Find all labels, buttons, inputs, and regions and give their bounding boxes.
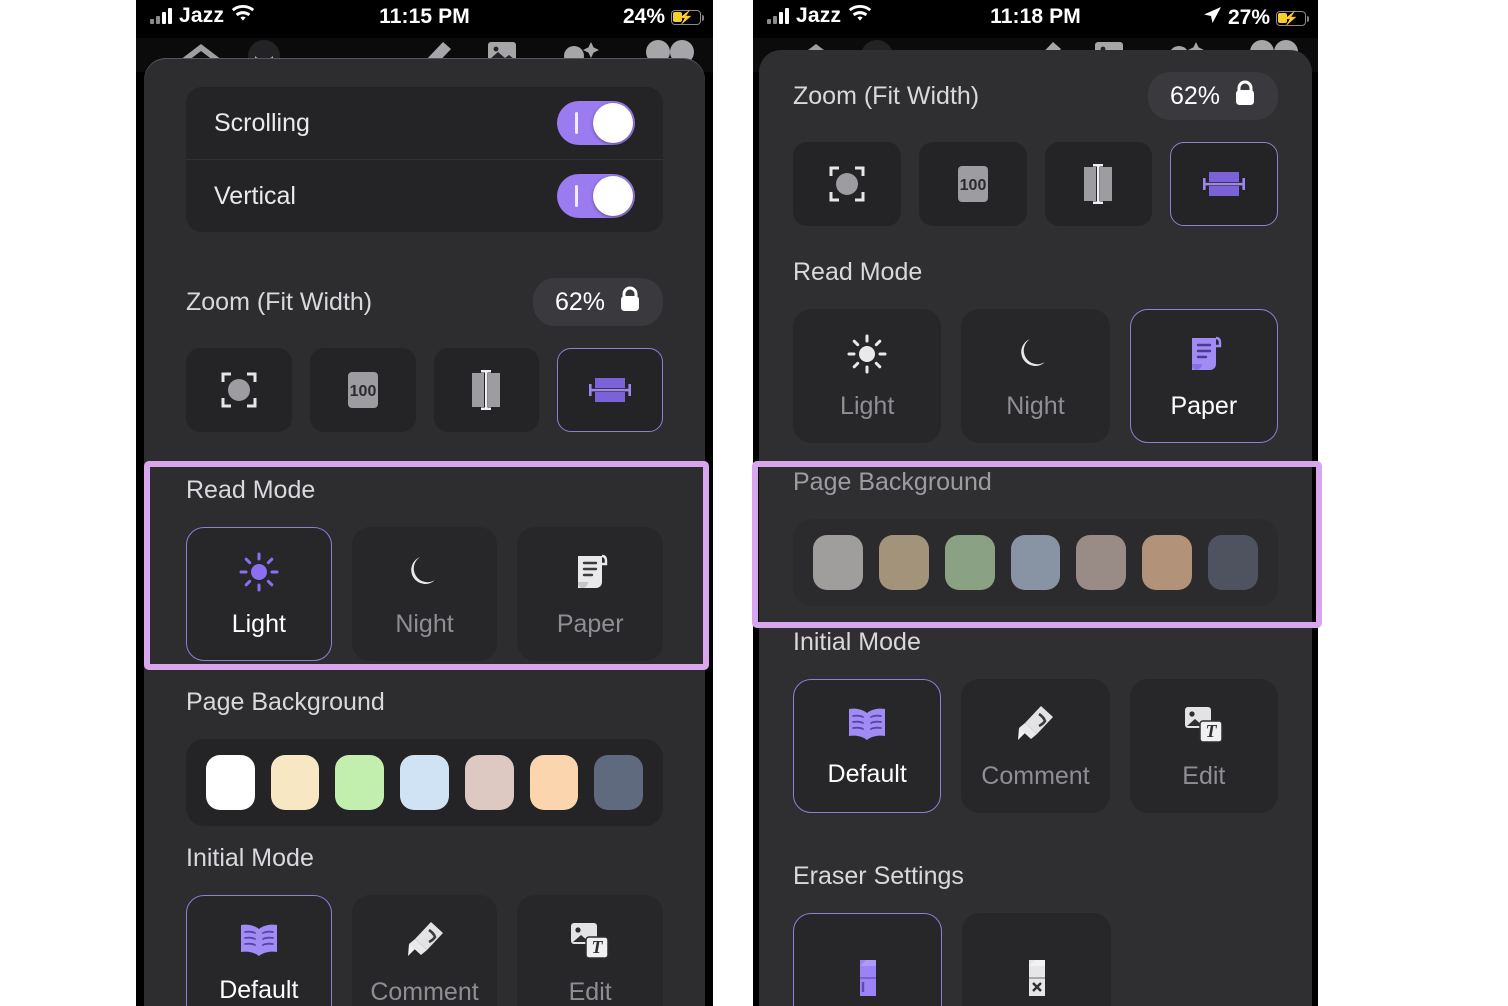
page-background-section-left: Page Background (186, 688, 663, 826)
initial-mode-comment-label: Comment (370, 977, 479, 1006)
initial-mode-comment-option[interactable]: Comment (351, 895, 498, 1006)
zoom-tile-actual-size[interactable]: 100 (309, 348, 416, 432)
eraser-pixel-option[interactable]: Pixel (793, 913, 942, 1006)
vertical-toggle-row[interactable]: Vertical (186, 159, 663, 232)
eraser-settings-section: Eraser Settings Pixel Object (793, 862, 1278, 1006)
zoom-value-pill[interactable]: 62% (1147, 72, 1278, 120)
zoom-percent-label: 62% (554, 287, 605, 316)
screenshot-stage: Jazz 11:15 PM 24% ⚡ Scrolling Vertical Z… (0, 0, 1508, 1006)
initial-mode-section-left: Initial Mode Default Comment T Edit (186, 844, 664, 1006)
svg-text:100: 100 (959, 177, 986, 194)
zoom-title: Zoom (Fit Width) (186, 287, 373, 316)
bg-swatch[interactable] (335, 755, 385, 810)
initial-mode-default-option[interactable]: Default (793, 679, 942, 813)
initial-mode-comment-option[interactable]: Comment (961, 679, 1110, 813)
highlight-box-page-background (752, 461, 1322, 628)
initial-mode-edit-option[interactable]: T Edit (1129, 679, 1278, 813)
zoom-tile-fit-page[interactable] (186, 348, 292, 432)
status-right-group: 27% ⚡ (1202, 5, 1309, 31)
status-bar-left: Jazz 11:15 PM 24% ⚡ (136, 0, 713, 38)
read-mode-paper-label: Paper (1170, 391, 1238, 420)
initial-mode-options: Default Comment T Edit (186, 895, 664, 1006)
initial-mode-default-label: Default (219, 975, 299, 1004)
eraser-object-option[interactable]: Object (962, 913, 1111, 1006)
scrolling-label: Scrolling (214, 108, 310, 137)
svg-text:100: 100 (349, 383, 376, 400)
lock-icon[interactable] (619, 286, 641, 318)
zoom-section-left: Zoom (Fit Width) 62% 100 (186, 278, 663, 432)
lock-icon[interactable] (1234, 80, 1256, 112)
read-mode-options: Light Night Paper (793, 309, 1278, 443)
bg-swatch[interactable] (594, 755, 644, 810)
bg-swatch[interactable] (464, 755, 514, 810)
bg-swatch[interactable] (206, 755, 255, 810)
zoom-value-pill[interactable]: 62% (532, 278, 663, 326)
read-mode-section-right: Read Mode Light Night Paper (793, 258, 1278, 443)
initial-mode-default-label: Default (827, 759, 907, 788)
zoom-title: Zoom (Fit Width) (793, 81, 980, 110)
zoom-tile-fit-width[interactable] (557, 348, 663, 432)
zoom-section-right: Zoom (Fit Width) 62% 100 (793, 72, 1278, 226)
zoom-header: Zoom (Fit Width) 62% (186, 278, 663, 326)
read-mode-light-label: Light (840, 391, 895, 420)
initial-mode-title: Initial Mode (793, 628, 921, 656)
initial-mode-comment-label: Comment (981, 761, 1090, 790)
battery-percent-label: 27% (1227, 6, 1270, 29)
vertical-label: Vertical (214, 181, 296, 210)
initial-mode-edit-label: Edit (568, 977, 612, 1006)
scrolling-toggle[interactable] (557, 101, 635, 145)
svg-text:T: T (1205, 721, 1217, 741)
initial-mode-title: Initial Mode (186, 844, 314, 872)
location-arrow-icon (1202, 5, 1222, 31)
bg-swatch[interactable] (400, 755, 449, 810)
zoom-tile-fit-height[interactable] (433, 348, 540, 432)
battery-charging-icon: ⚡ (1276, 10, 1309, 26)
read-mode-night-option[interactable]: Night (961, 309, 1110, 443)
zoom-tile-fit-width[interactable] (1170, 142, 1278, 226)
zoom-mode-tiles: 100 (186, 348, 663, 432)
svg-text:T: T (592, 937, 604, 957)
eraser-settings-title: Eraser Settings (793, 862, 964, 890)
status-right-group: 24% ⚡ (622, 5, 704, 29)
page-background-swatches (186, 739, 663, 826)
zoom-tile-fit-height[interactable] (1044, 142, 1153, 226)
initial-mode-section-right: Initial Mode Default Comment T Edit (793, 628, 1278, 813)
zoom-percent-label: 62% (1169, 81, 1220, 110)
initial-mode-default-option[interactable]: Default (186, 895, 332, 1006)
initial-mode-edit-option[interactable]: T Edit (517, 895, 664, 1006)
read-mode-title: Read Mode (793, 258, 923, 286)
bg-swatch[interactable] (270, 755, 320, 810)
read-mode-paper-option[interactable]: Paper (1129, 309, 1278, 443)
battery-charging-icon: ⚡ (671, 9, 704, 25)
eraser-settings-options: Pixel Object (793, 913, 1278, 1006)
zoom-header: Zoom (Fit Width) 62% (793, 72, 1278, 120)
zoom-tile-fit-page[interactable] (793, 142, 901, 226)
zoom-tile-actual-size[interactable]: 100 (918, 142, 1027, 226)
zoom-mode-tiles: 100 (793, 142, 1278, 226)
vertical-toggle[interactable] (557, 174, 635, 218)
toggle-group: Scrolling Vertical (186, 87, 663, 232)
battery-percent-label: 24% (622, 5, 665, 28)
page-background-title: Page Background (186, 688, 385, 716)
highlight-box-read-mode (144, 461, 709, 670)
read-mode-light-option[interactable]: Light (793, 309, 942, 443)
initial-mode-options: Default Comment T Edit (793, 679, 1278, 813)
initial-mode-edit-label: Edit (1182, 761, 1226, 790)
scrolling-toggle-row[interactable]: Scrolling (186, 87, 663, 159)
bg-swatch[interactable] (529, 755, 579, 810)
read-mode-night-label: Night (1006, 391, 1065, 420)
status-bar-right: Jazz 11:18 PM 27% ⚡ (753, 0, 1318, 38)
